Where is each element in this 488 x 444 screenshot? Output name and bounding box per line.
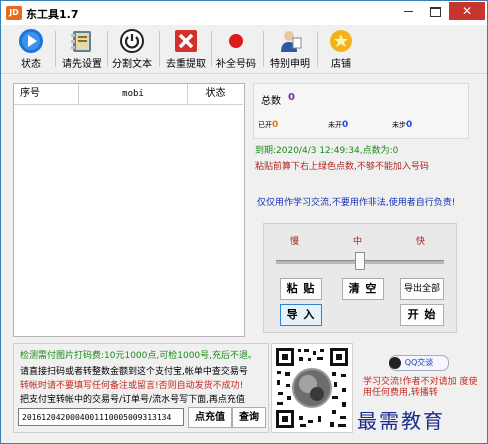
qq-penguin-icon: [389, 357, 401, 369]
toolbar-separator: [211, 31, 212, 67]
mobi-list[interactable]: 序号 mobi 状态: [13, 83, 245, 337]
control-panel: 慢 中 快 粘 贴 清 空 导出全部 导 入 开 始: [263, 223, 457, 333]
query-button[interactable]: 查询: [232, 407, 266, 428]
usage-notice: 仅仅用作学习交流,不要用作非法,使用者自行负责!: [257, 198, 456, 208]
recharge-panel: 检测需付图片打码费:10元1000点,可检1000号,充后不退。 请直接扫码或者…: [13, 343, 269, 433]
declaration-button[interactable]: 特别申明: [267, 27, 313, 71]
speed-mid-label: 中: [353, 237, 363, 247]
total-label: 总数: [261, 96, 281, 107]
title-bar: JD 东工具1.7 ✕: [1, 1, 487, 25]
notebook-icon: [71, 31, 91, 52]
settings-button-label: 请先设置: [62, 59, 102, 70]
minimize-button[interactable]: [395, 2, 421, 20]
column-header-mobi[interactable]: mobi: [79, 84, 188, 105]
maximize-button[interactable]: [422, 2, 448, 20]
qr-code-image: [272, 344, 352, 432]
speed-slow-label: 慢: [290, 237, 300, 247]
watermark-text: 最需教育: [357, 409, 445, 433]
stat-unopened-value: 0: [342, 120, 349, 130]
status-button[interactable]: 状态: [9, 27, 53, 71]
power-icon: [120, 29, 144, 53]
recharge-price-text: 检测需付图片打码费:10元1000点,可检1000号,充后不退。: [20, 351, 258, 361]
start-button[interactable]: 开 始: [400, 304, 444, 326]
toolbar-separator: [317, 31, 318, 67]
payment-qr-code: [271, 343, 353, 433]
stat-pending-value: 0: [406, 120, 413, 130]
stat-opened-value: 0: [272, 120, 279, 130]
person-icon: [281, 31, 302, 52]
paste-button[interactable]: 粘 贴: [280, 278, 322, 300]
recharge-warning-text: 转帐时请不要填写任何备注或留言!否则自动发货不成功!: [20, 381, 244, 391]
stat-pending: 未步0: [392, 120, 412, 130]
qq-chat-button[interactable]: QQ交谈: [389, 355, 449, 371]
total-value: 0: [288, 92, 295, 103]
close-button[interactable]: ✕: [449, 2, 485, 20]
recharge-button[interactable]: 点充值: [188, 407, 232, 428]
star-icon: [330, 30, 352, 52]
red-dot-icon: [229, 34, 243, 48]
stat-unopened-label: 未开: [328, 121, 342, 129]
stat-opened: 已开0: [258, 120, 278, 130]
window-title: 东工具1.7: [26, 8, 79, 21]
close-x-icon: [175, 30, 197, 52]
recharge-instruction-text: 请直接扫码或者转整数金额到这个支付宝,帐单中查交易号: [20, 367, 248, 377]
play-icon: [19, 29, 43, 53]
toolbar-separator: [55, 31, 56, 67]
paste-warning: 粘贴前算下右上绿色点数,不够不能加入号码: [255, 162, 429, 172]
split-text-button[interactable]: 分割文本: [109, 27, 155, 71]
stat-opened-label: 已开: [258, 121, 272, 129]
dedupe-button-label: 去重提取: [166, 59, 206, 70]
main-window: JD 东工具1.7 ✕ 状态 请先设置 分割文本 去重提取 补全号码 特别申明 …: [0, 0, 488, 444]
split-text-button-label: 分割文本: [112, 59, 152, 70]
toolbar-separator: [263, 31, 264, 67]
stat-unopened: 未开0: [328, 120, 348, 130]
column-header-seq[interactable]: 序号: [14, 84, 79, 105]
toolbar-separator: [107, 31, 108, 67]
status-button-label: 状态: [21, 59, 41, 70]
maximize-icon: [429, 6, 441, 17]
dedupe-button[interactable]: 去重提取: [163, 27, 209, 71]
speed-slider-thumb[interactable]: [355, 252, 365, 270]
app-icon: JD: [6, 6, 22, 20]
export-all-button[interactable]: 导出全部: [400, 278, 444, 300]
settings-button[interactable]: 请先设置: [59, 27, 105, 71]
toolbar-separator: [159, 31, 160, 67]
import-button[interactable]: 导 入: [280, 304, 322, 326]
minimize-icon: [403, 11, 413, 12]
speed-fast-label: 快: [416, 237, 426, 247]
stat-pending-label: 未步: [392, 121, 406, 129]
shop-button-label: 店铺: [331, 59, 351, 70]
clear-button[interactable]: 清 空: [342, 278, 384, 300]
qq-chat-label: QQ交谈: [404, 358, 434, 367]
expire-info: 到期:2020/4/3 12:49:34,点数为:0: [255, 146, 399, 156]
study-note: 学习交流!作者不对请加 度使用任何费用,转播转: [363, 377, 478, 398]
order-number-input[interactable]: 2016120420004001110005009313134: [18, 408, 184, 426]
complete-number-button[interactable]: 补全号码: [213, 27, 259, 71]
complete-number-button-label: 补全号码: [216, 59, 256, 70]
shop-button[interactable]: 店铺: [321, 27, 361, 71]
declaration-button-label: 特别申明: [270, 59, 310, 70]
recharge-order-hint: 把支付宝转帐中的交易号/订单号/流水号写下面,再点充值: [20, 395, 245, 405]
stats-panel: 总数 0 已开0 未开0 未步0: [253, 83, 469, 139]
toolbar: 状态 请先设置 分割文本 去重提取 补全号码 特别申明 店铺: [1, 25, 487, 74]
column-header-status[interactable]: 状态: [188, 84, 243, 105]
